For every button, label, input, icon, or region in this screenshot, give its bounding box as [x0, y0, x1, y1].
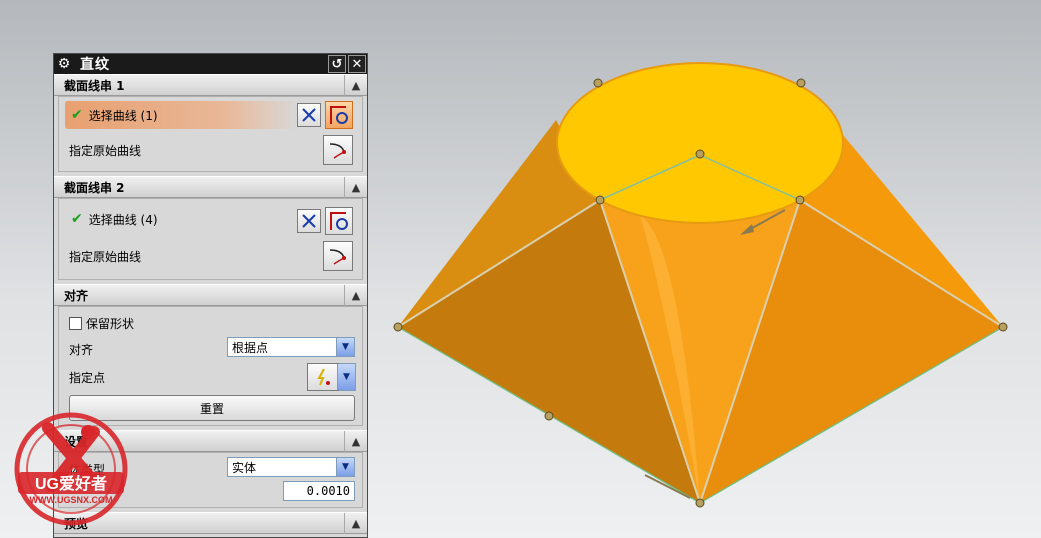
- specify-origin-label: 指定原始曲线: [69, 143, 142, 158]
- section2-body: ✔ 选择曲线 (4) 指定原始曲线: [58, 198, 363, 280]
- logo-url: WWW.UGSNX.COM: [30, 495, 113, 505]
- specify-point-label: 指定点: [69, 371, 106, 385]
- curve-rule-icon[interactable]: [325, 207, 353, 235]
- section2-title: 截面线串 2: [64, 180, 125, 195]
- ruled-body-model[interactable]: [393, 62, 1008, 508]
- gear-icon[interactable]: ⚙: [54, 54, 74, 74]
- close-icon[interactable]: ✕: [348, 55, 366, 73]
- reverse-direction-icon[interactable]: [297, 103, 321, 127]
- control-point[interactable]: [998, 322, 1008, 332]
- specify-origin-label: 指定原始曲线: [69, 249, 142, 264]
- control-point[interactable]: [795, 195, 805, 205]
- keep-shape-checkbox[interactable]: 保留形状: [69, 315, 134, 332]
- control-point[interactable]: [796, 78, 806, 88]
- control-point[interactable]: [595, 195, 605, 205]
- chevron-up-icon[interactable]: ▲: [344, 285, 367, 306]
- check-icon: ✔: [71, 107, 83, 123]
- section1-title: 截面线串 1: [64, 78, 125, 93]
- origin-curve-icon[interactable]: [323, 241, 353, 271]
- control-point[interactable]: [695, 149, 705, 159]
- chevron-up-icon[interactable]: ▲: [344, 513, 367, 534]
- specify-origin-row-2: 指定原始曲线: [59, 239, 141, 273]
- ugsnx-watermark-logo: UG爱好者 WWW.UGSNX.COM: [14, 412, 128, 526]
- control-point[interactable]: [695, 498, 705, 508]
- dialog-titlebar: ⚙ 直纹 ↺ ✕: [54, 54, 367, 74]
- select-curve-label: 选择曲线 (4): [88, 212, 158, 227]
- chevron-up-icon[interactable]: ▲: [344, 177, 367, 198]
- chevron-up-icon[interactable]: ▲: [344, 75, 367, 96]
- reset-icon[interactable]: ↺: [328, 55, 346, 73]
- align-select[interactable]: 根据点 ▼: [227, 337, 355, 357]
- control-point[interactable]: [544, 411, 554, 421]
- specify-origin-row-1: 指定原始曲线: [59, 133, 141, 167]
- reset-label: 重置: [199, 401, 224, 416]
- check-icon: ✔: [71, 211, 83, 227]
- body-type-value: 实体: [232, 460, 257, 475]
- section1-header[interactable]: 截面线串 1 ▲: [54, 74, 367, 96]
- align-value: 根据点: [232, 340, 269, 355]
- tolerance-input[interactable]: 0.0010: [283, 481, 355, 501]
- dialog-title: 直纹: [80, 57, 110, 73]
- keep-shape-label: 保留形状: [86, 317, 135, 331]
- select-curve-label: 选择曲线 (1): [88, 108, 158, 123]
- chevron-down-icon[interactable]: ▼: [336, 458, 354, 476]
- alignment-title: 对齐: [64, 288, 89, 303]
- chevron-down-icon[interactable]: ▼: [337, 364, 355, 390]
- control-point[interactable]: [593, 78, 603, 88]
- section1-body: ✔ 选择曲线 (1) 指定原始曲线: [58, 96, 363, 172]
- logo-brand: UG爱好者: [35, 474, 107, 493]
- alignment-header[interactable]: 对齐 ▲: [54, 284, 367, 306]
- curve-rule-icon[interactable]: [325, 101, 353, 129]
- align-label: 对齐: [69, 343, 94, 357]
- body-type-select[interactable]: 实体 ▼: [227, 457, 355, 477]
- checkbox-box[interactable]: [69, 317, 82, 330]
- point-type-select[interactable]: ▼: [337, 363, 356, 391]
- control-point[interactable]: [393, 322, 403, 332]
- chevron-down-icon[interactable]: ▼: [336, 338, 354, 356]
- chevron-up-icon[interactable]: ▲: [344, 431, 367, 452]
- origin-curve-icon[interactable]: [323, 135, 353, 165]
- point-dialog-icon[interactable]: [307, 363, 339, 391]
- reverse-direction-icon[interactable]: [297, 209, 321, 233]
- section2-header[interactable]: 截面线串 2 ▲: [54, 176, 367, 198]
- alignment-body: 保留形状 对齐 根据点 ▼ 指定点 ▼ 重置: [58, 306, 363, 426]
